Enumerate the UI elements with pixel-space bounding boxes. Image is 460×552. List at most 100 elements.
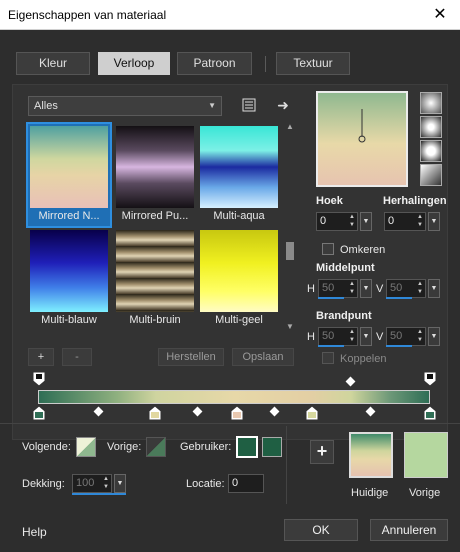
library-menu-icon[interactable] bbox=[240, 96, 258, 114]
restore-button[interactable]: Herstellen bbox=[158, 348, 224, 366]
gradient-item-multi-aqua[interactable]: Multi-aqua bbox=[198, 124, 280, 226]
chevron-down-icon: ▼ bbox=[208, 101, 216, 110]
repeats-dropdown-button[interactable]: ▼ bbox=[428, 212, 440, 231]
gradient-item-label: Multi-bruin bbox=[129, 314, 181, 326]
spinner-arrows-icon[interactable]: ▲ ▼ bbox=[347, 280, 357, 297]
close-icon[interactable]: ✕ bbox=[420, 0, 460, 30]
library-scrollbar[interactable]: ▲ ▼ bbox=[284, 122, 296, 334]
ok-button[interactable]: OK bbox=[284, 519, 358, 541]
opacity-input[interactable]: 100 ▲ ▼ bbox=[72, 474, 112, 493]
category-dropdown[interactable]: Alles ▼ bbox=[28, 96, 222, 116]
style-sunburst-icon[interactable] bbox=[420, 140, 442, 162]
focus-label: Brandpunt bbox=[316, 310, 372, 322]
tab-kleur[interactable]: Kleur bbox=[16, 52, 90, 75]
chevron-up-icon[interactable]: ▲ bbox=[284, 122, 296, 134]
tab-divider bbox=[265, 56, 266, 72]
center-v-dropdown-button[interactable]: ▼ bbox=[428, 279, 440, 298]
save-gradient-button[interactable]: Opslaan bbox=[232, 348, 294, 366]
center-v-slider[interactable] bbox=[386, 297, 412, 299]
gradient-thumbnail bbox=[200, 126, 278, 208]
user-color-swatch[interactable] bbox=[262, 437, 282, 457]
gradient-thumbnail bbox=[116, 126, 194, 208]
center-h-value: 50 bbox=[322, 282, 335, 294]
tab-textuur[interactable]: Textuur bbox=[276, 52, 350, 75]
gradient-item-multi-bruin[interactable]: Multi-bruin bbox=[114, 228, 196, 330]
spinner-arrows-icon[interactable]: ▲ ▼ bbox=[101, 475, 111, 492]
location-input[interactable]: 0 bbox=[228, 474, 264, 493]
gradient-item-multi-blauw[interactable]: Multi-blauw bbox=[28, 228, 110, 330]
repeats-input[interactable]: 0 ▲ ▼ bbox=[384, 212, 426, 231]
gradient-item-mirrored-n[interactable]: Mirrored N... bbox=[26, 122, 112, 228]
cancel-button[interactable]: Annuleren bbox=[370, 519, 448, 541]
scrollbar-thumb[interactable] bbox=[286, 242, 294, 260]
color-stop-3[interactable] bbox=[230, 405, 244, 421]
gradient-item-mirrored-pu[interactable]: Mirrored Pu... bbox=[114, 124, 196, 226]
opacity-label: Dekking: bbox=[22, 478, 65, 490]
spinner-arrows-icon[interactable]: ▲ ▼ bbox=[347, 213, 357, 230]
focus-v-input[interactable]: 50 ▲ ▼ bbox=[386, 327, 426, 346]
focus-v-value: 50 bbox=[390, 330, 403, 342]
following-color-swatch[interactable] bbox=[76, 437, 96, 457]
spinner-arrows-icon[interactable]: ▲ ▼ bbox=[347, 328, 357, 345]
current-material-swatch[interactable] bbox=[349, 432, 393, 478]
invert-checkbox[interactable] bbox=[322, 243, 334, 255]
gradient-thumbnail bbox=[30, 230, 108, 312]
spinner-arrows-icon[interactable]: ▲ ▼ bbox=[415, 213, 425, 230]
location-label: Locatie: bbox=[186, 478, 225, 490]
tab-verloop[interactable]: Verloop bbox=[98, 52, 170, 75]
gradient-item-label: Multi-geel bbox=[215, 314, 263, 326]
color-stop-2[interactable] bbox=[148, 405, 162, 421]
gradient-preview[interactable] bbox=[316, 91, 408, 187]
add-to-library-button[interactable]: + bbox=[310, 440, 334, 464]
category-value: Alles bbox=[34, 100, 58, 112]
style-linear-icon[interactable] bbox=[420, 92, 442, 114]
gradient-item-label: Multi-blauw bbox=[41, 314, 97, 326]
style-radial-icon[interactable] bbox=[420, 164, 442, 186]
plus-icon: + bbox=[316, 441, 328, 461]
opacity-dropdown-button[interactable]: ▼ bbox=[114, 474, 126, 493]
opacity-slider[interactable] bbox=[72, 493, 126, 495]
angle-input[interactable]: 0 ▲ ▼ bbox=[316, 212, 358, 231]
spinner-arrows-icon[interactable]: ▲ ▼ bbox=[415, 328, 425, 345]
remove-gradient-button[interactable]: - bbox=[62, 348, 92, 366]
help-link[interactable]: Help bbox=[22, 525, 47, 539]
focus-h-dropdown-button[interactable]: ▼ bbox=[360, 327, 372, 346]
gradient-thumbnail bbox=[30, 126, 108, 208]
previous-material-swatch[interactable] bbox=[404, 432, 448, 478]
center-h-slider[interactable] bbox=[318, 297, 344, 299]
gradient-library-grid: Mirrored N... Mirrored Pu... Multi-aqua … bbox=[26, 122, 282, 334]
angle-value: 0 bbox=[320, 215, 327, 227]
angle-dropdown-button[interactable]: ▼ bbox=[360, 212, 372, 231]
user-color-swatch-selected[interactable] bbox=[236, 436, 258, 458]
tab-patroon[interactable]: Patroon bbox=[177, 52, 252, 75]
gradient-item-label: Mirrored Pu... bbox=[121, 210, 189, 222]
opacity-stop-start[interactable] bbox=[32, 371, 46, 387]
arrow-right-icon[interactable]: ➜ bbox=[274, 96, 292, 114]
center-v-input[interactable]: 50 ▲ ▼ bbox=[386, 279, 426, 298]
gradient-item-multi-geel[interactable]: Multi-geel bbox=[198, 228, 280, 330]
spinner-arrows-icon[interactable]: ▲ ▼ bbox=[415, 280, 425, 297]
color-stop-4[interactable] bbox=[305, 405, 319, 421]
focus-h-input[interactable]: 50 ▲ ▼ bbox=[318, 327, 358, 346]
add-gradient-button[interactable]: + bbox=[28, 348, 54, 366]
color-stop-1[interactable] bbox=[32, 405, 46, 421]
window-title: Eigenschappen van materiaal bbox=[8, 8, 167, 22]
previous-label: Vorige bbox=[409, 487, 441, 499]
style-rectangular-icon[interactable] bbox=[420, 116, 442, 138]
focus-v-dropdown-button[interactable]: ▼ bbox=[428, 327, 440, 346]
chevron-down-icon[interactable]: ▼ bbox=[284, 322, 296, 334]
center-h-input[interactable]: 50 ▲ ▼ bbox=[318, 279, 358, 298]
focus-v-slider[interactable] bbox=[386, 345, 412, 347]
opacity-stop-end[interactable] bbox=[423, 371, 437, 387]
center-h-dropdown-button[interactable]: ▼ bbox=[360, 279, 372, 298]
link-checkbox[interactable] bbox=[322, 352, 334, 364]
previous-color-swatch[interactable] bbox=[146, 437, 166, 457]
gradient-item-label: Multi-aqua bbox=[213, 210, 265, 222]
gradient-editor-bar[interactable] bbox=[38, 390, 430, 404]
gradient-thumbnail bbox=[116, 230, 194, 312]
center-h-label: H bbox=[307, 283, 315, 295]
center-label: Middelpunt bbox=[316, 262, 375, 274]
focus-h-slider[interactable] bbox=[318, 345, 344, 347]
gradient-item-label: Mirrored N... bbox=[38, 210, 100, 222]
color-stop-5[interactable] bbox=[423, 405, 437, 421]
